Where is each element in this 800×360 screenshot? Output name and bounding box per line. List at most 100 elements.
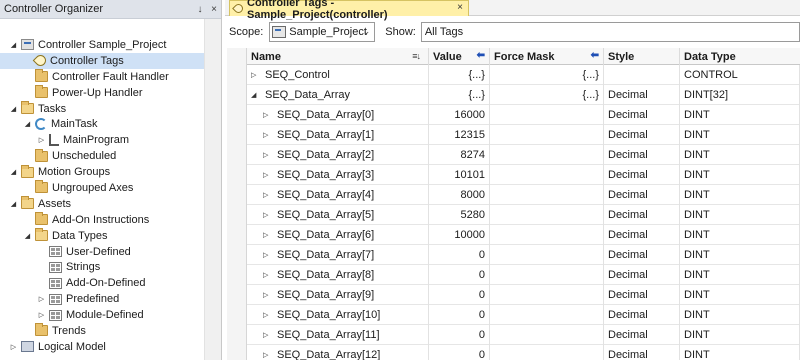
sort-icon[interactable]: ≡↓ — [412, 51, 421, 61]
tag-data-type-cell[interactable]: DINT — [680, 145, 800, 165]
tag-style-cell[interactable]: Decimal — [604, 85, 680, 105]
tag-style-cell[interactable]: Decimal — [604, 265, 680, 285]
tag-style-cell[interactable]: Decimal — [604, 225, 680, 245]
tag-row[interactable]: ▷ SEQ_Data_Array[10] 0 Decimal DINT — [227, 305, 800, 325]
tag-value-cell[interactable]: 0 — [429, 305, 490, 325]
tag-name-cell[interactable]: ▷ SEQ_Data_Array[4] — [247, 185, 429, 205]
tree-item[interactable]: ◢ Motion Groups — [0, 164, 205, 180]
tag-row[interactable]: ▷ SEQ_Control {...} {...} CONTROL — [227, 65, 800, 85]
tag-name-cell[interactable]: ▷ SEQ_Control — [247, 65, 429, 85]
row-gutter[interactable] — [227, 145, 247, 165]
tag-force-mask-cell[interactable] — [490, 185, 604, 205]
scope-dropdown[interactable]: Sample_Project ⌄ — [269, 22, 376, 42]
row-gutter[interactable] — [227, 65, 247, 85]
row-gutter[interactable] — [227, 185, 247, 205]
tag-force-mask-cell[interactable] — [490, 105, 604, 125]
tag-value-cell[interactable]: 0 — [429, 345, 490, 360]
tag-row[interactable]: ▷ SEQ_Data_Array[12] 0 Decimal DINT — [227, 345, 800, 360]
tag-name-cell[interactable]: ▷ SEQ_Data_Array[7] — [247, 245, 429, 265]
row-gutter[interactable] — [227, 345, 247, 360]
tag-row[interactable]: ▷ SEQ_Data_Array[1] 12315 Decimal DINT — [227, 125, 800, 145]
tag-name-cell[interactable]: ▷ SEQ_Data_Array[2] — [247, 145, 429, 165]
tag-value-cell[interactable]: {...} — [429, 85, 490, 105]
tag-data-type-cell[interactable]: DINT — [680, 325, 800, 345]
expand-icon[interactable]: ▷ — [263, 251, 271, 259]
expand-icon[interactable]: ▷ — [9, 342, 18, 351]
tree-item[interactable]: Strings — [0, 259, 205, 275]
row-gutter[interactable] — [227, 165, 247, 185]
tag-value-cell[interactable]: 0 — [429, 265, 490, 285]
expand-icon[interactable]: ▷ — [37, 136, 46, 145]
tag-force-mask-cell[interactable] — [490, 285, 604, 305]
tag-force-mask-cell[interactable]: {...} — [490, 85, 604, 105]
tag-value-cell[interactable]: 0 — [429, 325, 490, 345]
tag-data-type-cell[interactable]: DINT — [680, 245, 800, 265]
row-gutter[interactable] — [227, 225, 247, 245]
tag-style-cell[interactable]: Decimal — [604, 205, 680, 225]
tag-name-cell[interactable]: ▷ SEQ_Data_Array[0] — [247, 105, 429, 125]
tree-item[interactable]: Controller Fault Handler — [0, 69, 205, 85]
tag-data-type-cell[interactable]: DINT — [680, 265, 800, 285]
tab-close-icon[interactable]: × — [457, 2, 463, 13]
tag-value-cell[interactable]: 10000 — [429, 225, 490, 245]
collapse-icon[interactable]: ◢ — [23, 231, 32, 240]
tag-name-cell[interactable]: ▷ SEQ_Data_Array[10] — [247, 305, 429, 325]
collapse-icon[interactable]: ◢ — [9, 104, 18, 113]
column-header-data-type[interactable]: Data Type — [680, 48, 800, 65]
tag-value-cell[interactable]: 8274 — [429, 145, 490, 165]
expand-icon[interactable]: ▷ — [263, 291, 271, 299]
tag-style-cell[interactable]: Decimal — [604, 105, 680, 125]
tree-item[interactable]: ◢ Assets — [0, 196, 205, 212]
tag-data-type-cell[interactable]: DINT[32] — [680, 85, 800, 105]
collapse-icon[interactable]: ◢ — [9, 199, 18, 208]
close-icon[interactable]: × — [207, 1, 221, 17]
expand-icon[interactable]: ▷ — [263, 331, 271, 339]
tag-value-cell[interactable]: 12315 — [429, 125, 490, 145]
tree-item[interactable]: Controller Tags — [0, 52, 205, 69]
tag-name-cell[interactable]: ▷ SEQ_Data_Array[8] — [247, 265, 429, 285]
tag-value-cell[interactable]: 0 — [429, 245, 490, 265]
tag-data-type-cell[interactable]: DINT — [680, 225, 800, 245]
tag-style-cell[interactable]: Decimal — [604, 165, 680, 185]
tag-row[interactable]: ▷ SEQ_Data_Array[6] 10000 Decimal DINT — [227, 225, 800, 245]
tag-row[interactable]: ▷ SEQ_Data_Array[11] 0 Decimal DINT — [227, 325, 800, 345]
tree-item[interactable]: ▷ Module-Defined — [0, 307, 205, 323]
tag-name-cell[interactable]: ▷ SEQ_Data_Array[5] — [247, 205, 429, 225]
expand-icon[interactable]: ▷ — [263, 351, 271, 359]
expand-icon[interactable]: ▷ — [263, 131, 271, 139]
tree-item[interactable]: Add-On Instructions — [0, 212, 205, 228]
column-header-value[interactable]: Value ⬅ — [429, 48, 490, 65]
collapse-icon[interactable]: ◢ — [23, 120, 32, 129]
tree-item[interactable]: Power-Up Handler — [0, 85, 205, 101]
column-header-name[interactable]: Name ≡↓ — [247, 48, 429, 65]
column-header-force-mask[interactable]: Force Mask ⬅ — [490, 48, 604, 65]
tag-name-cell[interactable]: ▷ SEQ_Data_Array[6] — [247, 225, 429, 245]
tag-row[interactable]: ▷ SEQ_Data_Array[2] 8274 Decimal DINT — [227, 145, 800, 165]
tag-value-cell[interactable]: 5280 — [429, 205, 490, 225]
tag-value-cell[interactable]: 10101 — [429, 165, 490, 185]
tag-data-type-cell[interactable]: DINT — [680, 305, 800, 325]
tree-item[interactable]: Unscheduled — [0, 148, 205, 164]
row-gutter[interactable] — [227, 245, 247, 265]
collapse-icon[interactable]: ◢ — [251, 91, 259, 99]
document-tab[interactable]: Controller Tags - Sample_Project(control… — [229, 0, 469, 21]
expand-icon[interactable]: ▷ — [263, 191, 271, 199]
tag-style-cell[interactable]: Decimal — [604, 305, 680, 325]
tag-force-mask-cell[interactable] — [490, 305, 604, 325]
tag-force-mask-cell[interactable] — [490, 205, 604, 225]
tag-force-mask-cell[interactable] — [490, 265, 604, 285]
column-header-style[interactable]: Style — [604, 48, 680, 65]
organizer-scrollbar[interactable] — [204, 19, 221, 360]
tag-name-cell[interactable]: ▷ SEQ_Data_Array[9] — [247, 285, 429, 305]
tag-style-cell[interactable]: Decimal — [604, 125, 680, 145]
tag-force-mask-cell[interactable] — [490, 225, 604, 245]
tree-item[interactable]: User-Defined — [0, 244, 205, 260]
tag-row[interactable]: ▷ SEQ_Data_Array[9] 0 Decimal DINT — [227, 285, 800, 305]
tag-value-cell[interactable]: 0 — [429, 285, 490, 305]
tag-force-mask-cell[interactable]: {...} — [490, 65, 604, 85]
tree-item[interactable]: Trends — [0, 323, 205, 339]
expand-icon[interactable]: ▷ — [263, 171, 271, 179]
expand-icon[interactable]: ▷ — [251, 71, 259, 79]
tag-force-mask-cell[interactable] — [490, 125, 604, 145]
tree-item[interactable]: Add-On-Defined — [0, 275, 205, 291]
